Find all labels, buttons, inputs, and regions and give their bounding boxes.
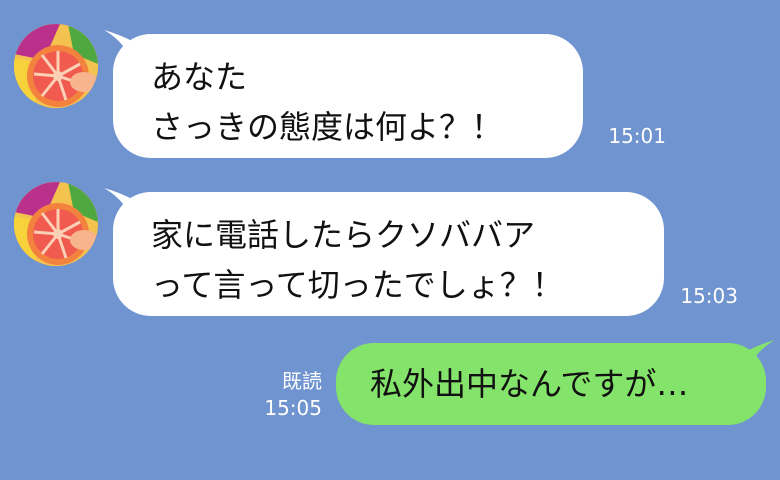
sender-avatar[interactable]: [14, 182, 98, 266]
message-text-line: って言って切ったでしょ？！: [151, 266, 564, 304]
message-text-line: 家に電話したらクソババア: [151, 216, 536, 254]
message-timestamp: 15:05: [264, 396, 322, 420]
message-timestamp: 15:03: [680, 284, 738, 308]
message-bubble-outgoing[interactable]: 私外出中なんですが…: [336, 343, 766, 425]
bubble-tail: [749, 340, 775, 360]
message-text-line: さっきの態度は何よ？！: [151, 108, 504, 146]
message-text-line: 私外出中なんですが…: [370, 365, 689, 403]
message-bubble-incoming[interactable]: あなた さっきの態度は何よ？！: [113, 34, 583, 158]
read-receipt-label: 既読: [282, 369, 322, 393]
message-text-line: あなた: [151, 58, 248, 96]
sender-avatar[interactable]: [14, 24, 98, 108]
message-timestamp: 15:01: [608, 124, 666, 148]
grapefruit-avatar-icon: [14, 182, 98, 266]
grapefruit-avatar-icon: [14, 24, 98, 108]
message-bubble-incoming[interactable]: 家に電話したらクソババア って言って切ったでしょ？！: [113, 192, 664, 316]
